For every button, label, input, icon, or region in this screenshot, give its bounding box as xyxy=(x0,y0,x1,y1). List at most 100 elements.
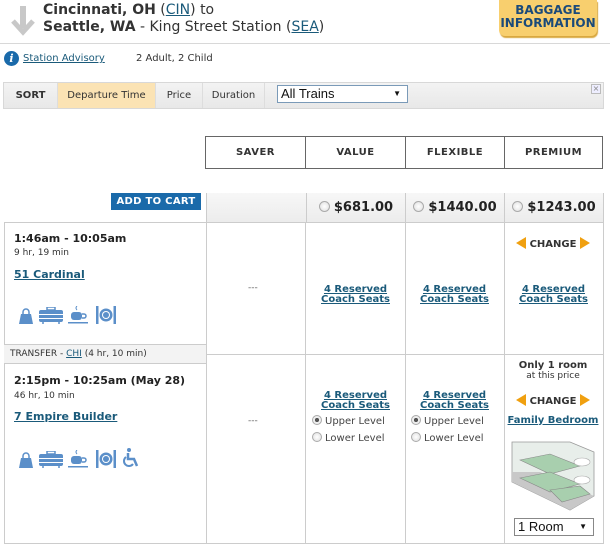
amenities xyxy=(18,448,140,468)
flexible-seats-link[interactable]: 4 Reserved Coach Seats xyxy=(405,285,504,305)
bedroom-illustration xyxy=(511,441,595,511)
price-flexible-amount: $1440.00 xyxy=(428,200,497,215)
passenger-count: 2 Adult, 2 Child xyxy=(136,53,213,64)
fare-header-premium: PREMIUM xyxy=(504,136,603,169)
luggage-icon xyxy=(39,451,63,468)
grid-divider xyxy=(206,222,207,544)
premium-change-control: CHANGE xyxy=(513,394,593,407)
destination-code-link[interactable]: SEA xyxy=(291,19,318,35)
sort-duration[interactable]: Duration xyxy=(202,83,265,108)
level-label: Lower Level xyxy=(424,433,484,444)
price-value[interactable]: $681.00 xyxy=(306,193,405,222)
price-premium[interactable]: $1243.00 xyxy=(504,193,604,222)
change-label: CHANGE xyxy=(529,239,577,250)
transfer-duration: (4 hr, 10 min) xyxy=(84,349,147,359)
dropdown-caret-icon: ▼ xyxy=(579,522,587,531)
radio-checked[interactable] xyxy=(312,415,322,425)
sort-label: SORT xyxy=(15,90,46,101)
baggage-information-button[interactable]: BAGGAGE INFORMATION xyxy=(499,0,597,36)
train-link[interactable]: 51 Cardinal xyxy=(14,268,85,281)
price-value-radio[interactable] xyxy=(318,201,330,212)
arrow-right-icon[interactable] xyxy=(580,394,591,406)
leg-times: 2:15pm - 10:25am (May 28) xyxy=(14,374,186,387)
room-count-select[interactable]: 1 Room ▼ xyxy=(514,518,594,536)
grid-divider xyxy=(405,222,406,544)
price-saver xyxy=(206,193,306,222)
sort-bar: SORT Departure Time Price Duration All T… xyxy=(3,82,604,109)
transfer-station-link[interactable]: CHI xyxy=(66,349,82,359)
radio-checked[interactable] xyxy=(411,415,421,425)
leg-duration: 46 hr, 10 min xyxy=(14,391,75,401)
down-arrow-icon xyxy=(11,6,35,36)
shopping-bag-icon xyxy=(19,452,33,468)
cafe-icon xyxy=(68,306,88,324)
origin-code-link[interactable]: CIN xyxy=(166,2,190,18)
close-icon[interactable]: × xyxy=(591,84,601,94)
saver-unavailable: --- xyxy=(248,416,258,426)
only-room-bold: Only 1 room xyxy=(518,360,588,371)
origin-line: Cincinnati, OH (CIN) to xyxy=(43,2,215,18)
train-filter-select[interactable]: All Trains ▼ xyxy=(277,85,408,103)
grid-divider xyxy=(504,222,505,544)
level-label: Upper Level xyxy=(325,416,385,427)
level-label: Lower Level xyxy=(325,433,385,444)
dining-icon xyxy=(96,450,116,468)
leg-times: 1:46am - 10:05am xyxy=(14,232,127,245)
price-premium-radio[interactable] xyxy=(512,201,524,212)
info-icon[interactable]: i xyxy=(4,51,19,66)
arrow-left-icon[interactable] xyxy=(515,394,526,406)
price-flexible-radio[interactable] xyxy=(413,201,425,212)
train-filter-value: All Trains xyxy=(281,86,335,101)
change-label: CHANGE xyxy=(529,396,577,407)
radio-unchecked[interactable] xyxy=(312,432,322,442)
arrow-left-icon[interactable] xyxy=(515,237,526,249)
dining-icon xyxy=(96,306,116,324)
destination-city: Seattle, WA xyxy=(43,19,136,35)
flexible-upper-level-option[interactable]: Upper Level xyxy=(411,415,484,427)
destination-station: King Street Station xyxy=(149,19,282,35)
level-label: Upper Level xyxy=(424,416,484,427)
premium-change-control: CHANGE xyxy=(513,237,593,250)
leg-2: 2:15pm - 10:25am (May 28) 46 hr, 10 min … xyxy=(4,364,206,544)
route-header: Cincinnati, OH (CIN) to Seattle, WA - Ki… xyxy=(0,0,610,44)
luggage-icon xyxy=(39,307,63,324)
grid-divider xyxy=(206,354,604,355)
subheader: i Station Advisory 2 Adult, 2 Child xyxy=(0,50,610,70)
price-value-amount: $681.00 xyxy=(333,200,394,215)
value-lower-level-option[interactable]: Lower Level xyxy=(312,432,385,444)
shopping-bag-icon xyxy=(19,308,33,324)
room-type-link[interactable]: Family Bedroom xyxy=(505,416,601,426)
only-room-rest: at this price xyxy=(526,371,580,381)
sort-departure-time[interactable]: Departure Time xyxy=(57,83,155,108)
arrow-right-icon[interactable] xyxy=(580,237,591,249)
value-seats-link[interactable]: 4 Reserved Coach Seats xyxy=(306,391,405,411)
premium-seats-link[interactable]: 4 Reserved Coach Seats xyxy=(504,285,603,305)
destination-line: Seattle, WA - King Street Station (SEA) xyxy=(43,19,325,35)
dropdown-caret-icon: ▼ xyxy=(393,89,401,98)
leg-1: 1:46am - 10:05am 9 hr, 19 min 51 Cardina… xyxy=(4,222,206,344)
baggage-line2: INFORMATION xyxy=(500,16,596,30)
grid-divider xyxy=(603,222,604,544)
price-flexible[interactable]: $1440.00 xyxy=(405,193,504,222)
price-premium-amount: $1243.00 xyxy=(527,200,596,215)
room-availability-note: Only 1 room at this price xyxy=(505,360,601,382)
radio-unchecked[interactable] xyxy=(411,432,421,442)
transfer-info: TRANSFER - CHI (4 hr, 10 min) xyxy=(4,344,206,364)
fare-header-saver: SAVER xyxy=(205,136,305,169)
to-word: to xyxy=(200,2,215,18)
flexible-seats-link[interactable]: 4 Reserved Coach Seats xyxy=(405,391,504,411)
sort-price[interactable]: Price xyxy=(155,83,202,108)
leg-duration: 9 hr, 19 min xyxy=(14,248,69,258)
flexible-lower-level-option[interactable]: Lower Level xyxy=(411,432,484,444)
cafe-icon xyxy=(68,450,88,468)
add-to-cart-button[interactable]: ADD TO CART xyxy=(111,193,201,210)
station-advisory-link[interactable]: Station Advisory xyxy=(23,53,105,64)
train-link[interactable]: 7 Empire Builder xyxy=(14,410,117,423)
room-count-value: 1 Room xyxy=(518,519,564,534)
value-seats-link[interactable]: 4 Reserved Coach Seats xyxy=(306,285,405,305)
fare-header-value: VALUE xyxy=(305,136,405,169)
origin-city: Cincinnati, OH xyxy=(43,2,156,18)
amenities xyxy=(18,306,117,324)
transfer-label: TRANSFER - xyxy=(10,349,64,359)
value-upper-level-option[interactable]: Upper Level xyxy=(312,415,385,427)
